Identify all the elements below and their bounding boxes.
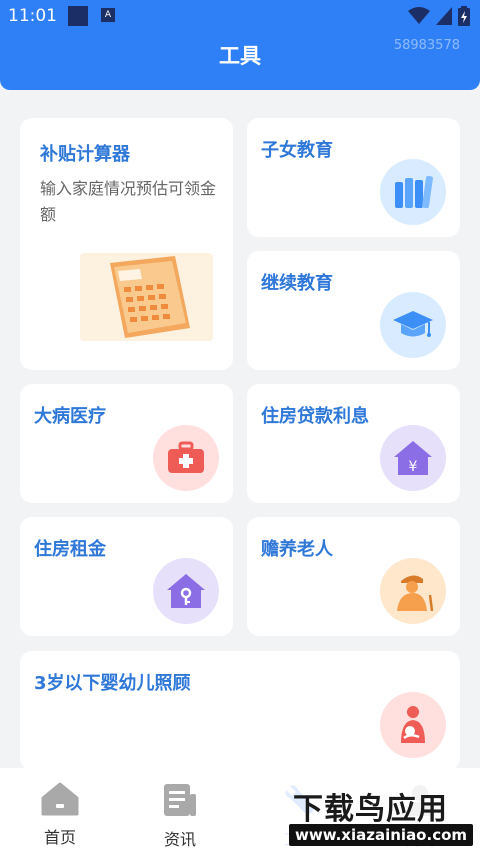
- calculator-illustration: [80, 253, 213, 341]
- medical-kit-icon: [153, 425, 219, 491]
- card-title: 3岁以下婴幼儿照顾: [34, 673, 191, 694]
- continuing-education-card[interactable]: 继续教育: [247, 251, 460, 370]
- signal-icon: [436, 7, 452, 25]
- support-elderly-card[interactable]: 赡养老人: [247, 517, 460, 636]
- svg-text:¥: ¥: [409, 459, 418, 475]
- elderly-person-icon: [380, 558, 446, 624]
- tab-label: 资讯: [163, 830, 196, 849]
- housing-rent-card[interactable]: 住房租金: [20, 517, 233, 636]
- card-title: 赡养老人: [261, 539, 333, 560]
- house-key-icon: [153, 558, 219, 624]
- housing-loan-interest-card[interactable]: 住房贷款利息 ¥: [247, 384, 460, 503]
- home-icon: [41, 782, 79, 816]
- house-yuan-icon: ¥: [380, 425, 446, 491]
- card-title: 子女教育: [261, 140, 333, 161]
- status-icons: [408, 6, 470, 26]
- subsidy-calculator-card[interactable]: 补贴计算器 输入家庭情况预估可领金额: [20, 118, 233, 370]
- wifi-icon: [408, 7, 430, 24]
- header: 11:01 A 工具 58983578: [0, 0, 480, 90]
- watermark-id: 58983578: [393, 38, 460, 53]
- watermark-url: www.xiazainiao.com: [289, 824, 474, 846]
- books-icon: [380, 159, 446, 225]
- mother-baby-icon: [380, 692, 446, 758]
- news-icon: [164, 784, 196, 816]
- card-title: 住房租金: [34, 539, 106, 560]
- card-title: 补贴计算器: [40, 144, 130, 165]
- a-icon: A: [101, 8, 115, 22]
- card-desc: 输入家庭情况预估可领金额: [40, 179, 217, 224]
- notification-icon: [68, 6, 88, 26]
- card-title: 住房贷款利息: [261, 406, 369, 427]
- infant-care-card[interactable]: 3岁以下婴幼儿照顾: [20, 651, 460, 770]
- status-time: 11:01: [8, 6, 57, 26]
- download-site-watermark: 下载鸟应用 www.xiazainiao.com: [283, 780, 478, 852]
- serious-illness-card[interactable]: 大病医疗: [20, 384, 233, 503]
- tab-home[interactable]: 首页: [20, 782, 100, 848]
- tab-label: 首页: [43, 828, 76, 847]
- card-title: 大病医疗: [34, 406, 106, 427]
- calculator-icon: [110, 256, 190, 338]
- tab-news[interactable]: 资讯: [140, 782, 220, 850]
- children-education-card[interactable]: 子女教育: [247, 118, 460, 237]
- battery-icon: [458, 6, 470, 26]
- card-title: 继续教育: [261, 273, 333, 294]
- watermark-title: 下载鸟应用: [293, 792, 448, 827]
- graduation-cap-icon: [380, 292, 446, 358]
